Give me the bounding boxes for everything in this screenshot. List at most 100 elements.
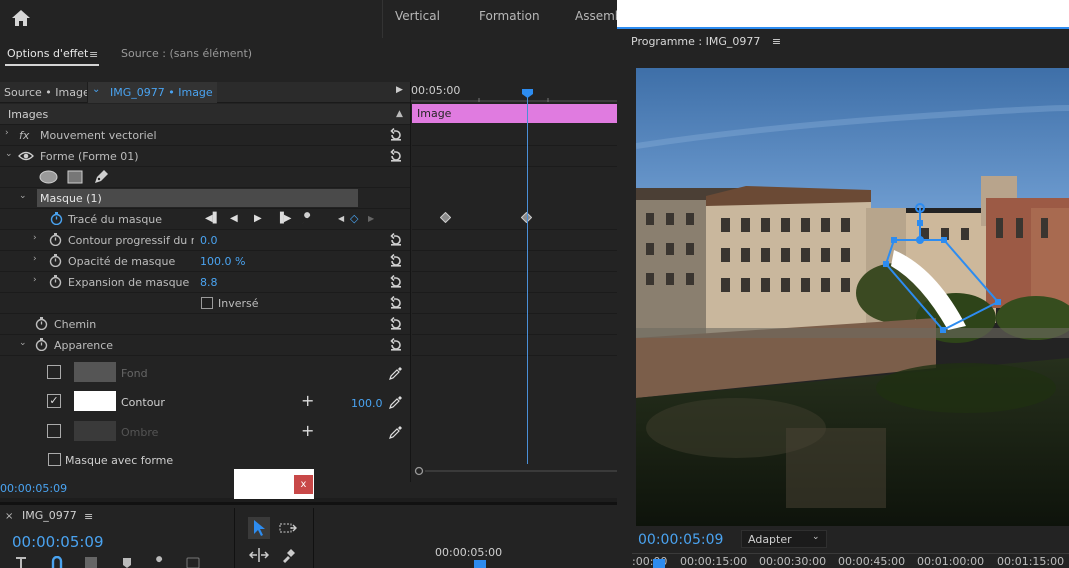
eyedropper-icon[interactable] [389,425,403,439]
reset-icon[interactable] [389,317,403,331]
reset-icon[interactable] [389,128,403,142]
inverted-checkbox[interactable] [201,297,213,309]
workspace-tab-assembly[interactable]: Assembl [575,0,617,33]
effect-row-motion[interactable]: › fx Mouvement vectoriel [0,125,411,146]
program-video-frame[interactable] [636,68,1069,526]
close-sequence-icon[interactable]: × [5,511,13,522]
marker-icon[interactable] [120,556,134,568]
mask-selected-bar[interactable]: Masque (1) [37,189,358,207]
reset-icon[interactable] [389,149,403,163]
previous-keyframe-icon[interactable]: ◀ [338,214,344,223]
reset-icon[interactable] [389,296,403,310]
selection-tool-button[interactable] [248,517,270,539]
shadow-color-swatch[interactable] [74,421,116,441]
play-only-clip-icon[interactable]: ▶ [396,85,403,95]
mask-inverted-row[interactable]: Inversé [0,293,411,314]
panel-splitter[interactable] [410,82,411,482]
pen-icon[interactable] [93,169,109,185]
keyframe-icon[interactable] [440,212,451,223]
twirl-right-icon[interactable]: › [33,233,37,243]
insert-icon[interactable] [14,556,28,568]
stopwatch-icon[interactable] [49,275,62,288]
captions-icon[interactable] [186,556,200,568]
wrench-icon[interactable] [152,556,166,568]
stopwatch-icon[interactable] [50,212,63,225]
sequence-playhead[interactable] [474,560,486,568]
collapse-up-icon[interactable]: ▲ [396,109,403,119]
home-icon[interactable] [10,8,32,28]
source-label[interactable]: Source • Image [4,86,90,99]
reset-icon[interactable] [389,275,403,289]
playhead-line[interactable] [527,89,528,464]
mask-feather-row[interactable]: › Contour progressif du m... 0.0 [0,230,411,251]
effect-timeline[interactable] [411,82,617,470]
mask-expansion-row[interactable]: › Expansion de masque 8.8 [0,272,411,293]
fill-checkbox[interactable] [47,365,61,379]
mask-expansion-value[interactable]: 8.8 [200,276,218,289]
stopwatch-icon[interactable] [35,317,48,330]
mask-opacity-value[interactable]: 100.0 % [200,255,245,268]
ellipse-icon[interactable] [39,170,58,184]
stopwatch-icon[interactable] [49,254,62,267]
reset-icon[interactable] [389,233,403,247]
track-backward-icon[interactable]: ◀ [230,213,238,224]
effect-timeline-ruler[interactable] [411,98,617,102]
stopwatch-icon[interactable] [35,338,48,351]
add-keyframe-icon[interactable]: ◇ [350,212,358,225]
fill-color-swatch[interactable] [74,362,116,382]
sequence-tab[interactable]: IMG_0977 [22,509,77,522]
twirl-right-icon[interactable]: › [33,275,37,285]
path-row[interactable]: Chemin [0,314,411,335]
reset-icon[interactable] [389,338,403,352]
stroke-checkbox[interactable]: ✓ [47,394,61,408]
tab-source[interactable]: Source : (sans élément) [121,47,252,60]
razor-icon[interactable] [281,547,297,563]
stopwatch-icon[interactable] [49,233,62,246]
twirl-right-icon[interactable]: › [5,128,9,138]
appearance-label: Apparence [54,339,114,352]
workspace-tab-formation[interactable]: Formation [479,0,540,33]
stroke-width-value[interactable]: 100.0 [351,397,383,410]
effect-current-time[interactable]: 00:00:05:09 [0,482,67,495]
rectangle-icon[interactable] [67,170,83,184]
mask-from-shape-checkbox[interactable] [48,453,61,466]
shadow-checkbox[interactable] [47,424,61,438]
sequence-timecode[interactable]: 00:00:05:09 [12,533,104,551]
eyedropper-icon[interactable] [389,395,403,409]
linked-selection-icon[interactable] [84,556,98,568]
mask-feather-value[interactable]: 0.0 [200,234,218,247]
next-keyframe-icon[interactable]: ▶ [368,214,374,223]
effect-timeline-scrollbar[interactable] [413,466,617,476]
close-icon[interactable]: x [294,475,313,494]
mask-path-row[interactable]: Tracé du masque ◀▌ ◀ ▶ ▐▶ ◀ ◇ ▶ [0,209,411,230]
eye-icon[interactable] [18,151,34,161]
mask-opacity-row[interactable]: › Opacité de masque 100.0 % [0,251,411,272]
program-monitor-title[interactable]: Programme : IMG_0977 ≡ [631,35,781,48]
track-backward-one-icon[interactable]: ◀▌ [205,213,220,224]
playhead-handle[interactable] [522,89,533,98]
twirl-down-icon[interactable]: ⌄ [19,338,27,348]
plus-icon[interactable]: + [301,421,314,440]
panel-menu-icon[interactable]: ≡ [89,48,98,61]
snap-icon[interactable] [50,556,64,568]
tab-effect-controls[interactable]: Options d'effet [7,47,88,60]
reset-icon[interactable] [389,254,403,268]
wrench-icon[interactable] [300,212,314,226]
appearance-row[interactable]: ⌄ Apparence [0,335,411,356]
twirl-down-icon[interactable]: ⌄ [19,191,27,201]
effect-row-shape[interactable]: ⌄ Forme (Forme 01) [0,146,411,167]
twirl-right-icon[interactable]: › [33,254,37,264]
program-timecode[interactable]: 00:00:05:09 [638,532,723,548]
program-playhead[interactable] [653,559,665,568]
eyedropper-icon[interactable] [389,366,403,380]
workspace-tab-vertical[interactable]: Vertical [395,0,440,33]
twirl-down-icon[interactable]: ⌄ [5,149,13,159]
sequence-menu-icon[interactable]: ≡ [84,510,93,523]
program-menu-icon[interactable]: ≡ [772,35,781,48]
track-select-icon[interactable] [279,520,297,536]
plus-icon[interactable]: + [301,391,314,410]
track-forward-icon[interactable]: ▶ [254,213,262,224]
ripple-edit-icon[interactable] [249,548,269,562]
track-forward-one-icon[interactable]: ▐▶ [276,213,291,224]
stroke-color-swatch[interactable] [74,391,116,411]
